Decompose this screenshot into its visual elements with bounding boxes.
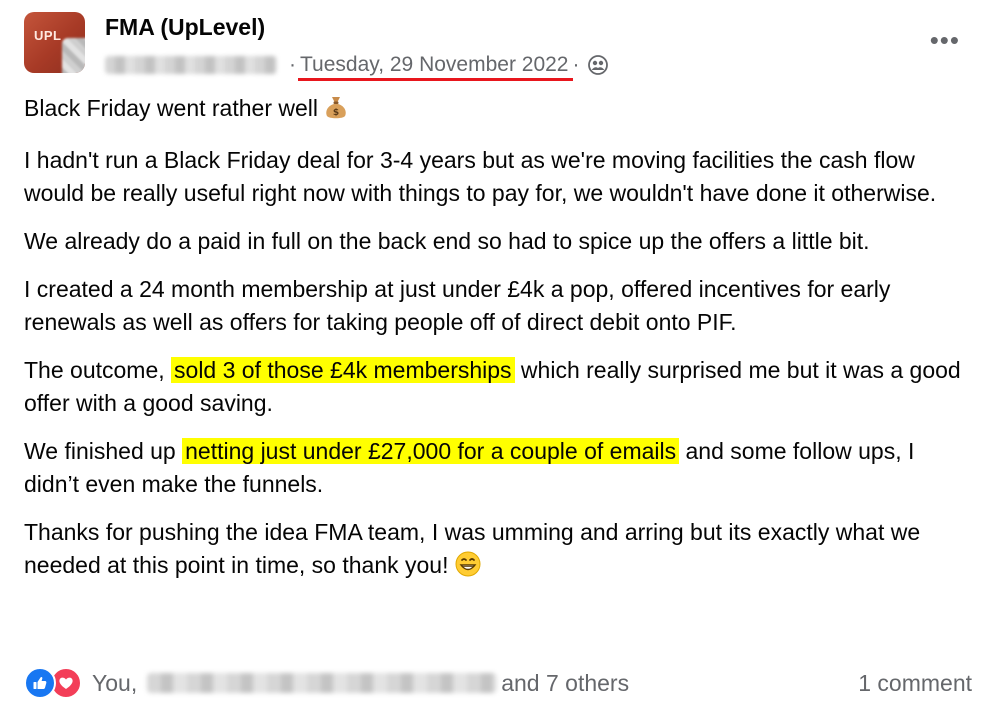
paragraph-5-before: The outcome, [24, 357, 172, 383]
reactions-you-text[interactable]: You, [92, 670, 137, 697]
comment-count-link[interactable]: 1 comment [858, 670, 972, 697]
author-avatar-blurred [62, 38, 85, 73]
grinning-face-emoji [455, 551, 481, 586]
meta-separator: · [289, 53, 296, 76]
reactor-names-blurred[interactable] [147, 673, 498, 693]
like-reaction-icon [24, 667, 56, 699]
date-red-underline [298, 78, 573, 81]
post-card: UPL FMA (UpLevel) · Tuesday, 29 November… [0, 0, 994, 710]
post-body: Black Friday went rather well $ I hadn't… [24, 92, 972, 601]
svg-text:$: $ [333, 108, 339, 118]
paragraph-1-text: Black Friday went rather well [24, 95, 318, 121]
paragraph-4: I created a 24 month membership at just … [24, 276, 891, 335]
highlighted-revenue-text: netting just under £27,000 for a couple … [182, 438, 680, 464]
paragraph-2: I hadn't run a Black Friday deal for 3-4… [24, 147, 937, 206]
paragraph-1: Black Friday went rather well $ [24, 92, 972, 129]
group-avatar[interactable]: UPL [24, 12, 85, 73]
post-meta: · Tuesday, 29 November 2022 · [105, 50, 608, 81]
paragraph-6: We finished up netting just under £27,00… [24, 435, 972, 501]
post-date-link[interactable]: Tuesday, 29 November 2022 [298, 53, 573, 81]
avatar-logo-text: UPL [34, 28, 62, 43]
reactions-others-text[interactable]: and 7 others [501, 670, 629, 697]
reaction-icons[interactable] [24, 667, 82, 699]
highlighted-memberships-text: sold 3 of those £4k memberships [171, 357, 515, 383]
paragraph-7: Thanks for pushing the idea FMA team, I … [24, 516, 972, 586]
money-bag-emoji: $ [324, 94, 348, 129]
post-date-text: Tuesday, 29 November 2022 [300, 53, 569, 76]
post-footer: You, and 7 others 1 comment [24, 666, 972, 700]
paragraph-5: The outcome, sold 3 of those £4k members… [24, 354, 972, 420]
group-name-link[interactable]: FMA (UpLevel) [105, 14, 265, 41]
group-icon [587, 55, 608, 75]
meta-separator: · [572, 53, 580, 76]
paragraph-3: We already do a paid in full on the back… [24, 228, 870, 254]
paragraph-6-before: We finished up [24, 438, 183, 464]
author-name-blurred[interactable] [105, 56, 277, 74]
more-options-icon[interactable]: ••• [930, 27, 960, 53]
